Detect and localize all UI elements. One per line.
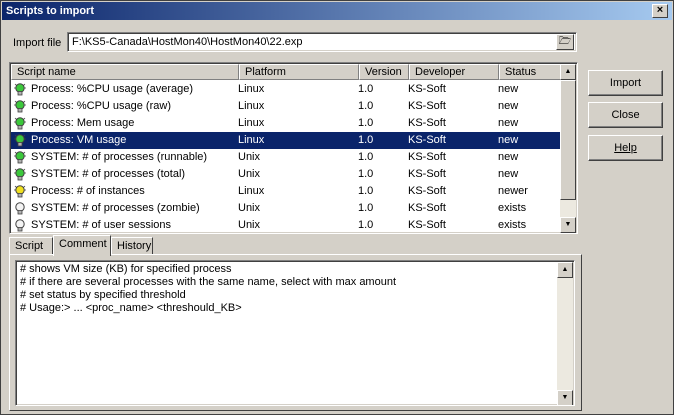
table-row[interactable]: Process: %CPU usage (average) Linux 1.0 KS-… <box>11 81 561 98</box>
cell-developer: KS-Soft <box>408 202 446 214</box>
cell-name: SYSTEM: # of user sessions <box>31 219 171 231</box>
column-header-version[interactable]: Version <box>359 64 409 80</box>
cell-platform: Unix <box>238 168 261 180</box>
tab-comment[interactable]: Comment <box>53 235 111 256</box>
table-row[interactable]: Process: Mem usage Linux 1.0 KS-Soft new <box>11 115 561 132</box>
scroll-thumb[interactable] <box>560 80 576 200</box>
cell-name: SYSTEM: # of processes (zombie) <box>31 202 200 214</box>
scripts-list[interactable]: Script name Platform Version Developer S… <box>9 62 578 234</box>
cell-version: 1.0 <box>358 134 374 146</box>
cell-platform: Linux <box>238 100 265 112</box>
column-header-developer[interactable]: Developer <box>409 64 499 80</box>
import-file-label: Import file <box>13 37 62 49</box>
help-button-label: Help <box>614 142 637 154</box>
cell-developer: KS-Soft <box>408 100 446 112</box>
cell-version: 1.0 <box>358 219 374 231</box>
cell-name: Process: Mem usage <box>31 117 135 129</box>
cell-status: new <box>498 100 519 112</box>
cell-status: newer <box>498 185 528 197</box>
cell-developer: KS-Soft <box>408 219 446 231</box>
scroll-up-arrow-icon[interactable]: ▲ <box>560 64 576 80</box>
memo-scroll-down-arrow-icon[interactable]: ▼ <box>557 390 573 405</box>
bulb-green-icon <box>14 134 26 147</box>
cell-developer: KS-Soft <box>408 83 446 95</box>
cell-platform: Unix <box>238 219 261 231</box>
column-header-platform[interactable]: Platform <box>239 64 359 80</box>
cell-platform: Unix <box>238 151 261 163</box>
bulb-green-icon <box>14 168 26 181</box>
table-row[interactable]: SYSTEM: # of processes (zombie) Unix 1.0 KS… <box>11 200 561 217</box>
cell-developer: KS-Soft <box>408 168 446 180</box>
close-window-button[interactable]: × <box>652 4 668 18</box>
window-title: Scripts to import <box>6 5 95 17</box>
title-bar: Scripts to import × <box>2 2 672 20</box>
help-button[interactable]: Help <box>588 135 663 161</box>
bulb-green-icon <box>14 83 26 96</box>
cell-platform: Linux <box>238 134 265 146</box>
cell-version: 1.0 <box>358 151 374 163</box>
table-row[interactable]: Process: %CPU usage (raw) Linux 1.0 KS-Soft… <box>11 98 561 115</box>
browse-folder-icon[interactable]: 🗁 <box>556 34 574 50</box>
scripts-to-import-dialog: Scripts to import × Import file F:\KS5-C… <box>0 0 674 415</box>
bulb-green-icon <box>14 151 26 164</box>
column-header-script-name[interactable]: Script name <box>11 64 239 80</box>
import-button[interactable]: Import <box>588 70 663 96</box>
cell-status: exists <box>498 202 527 214</box>
cell-developer: KS-Soft <box>408 151 446 163</box>
table-row[interactable]: SYSTEM: # of processes (total) Unix 1.0 KS-… <box>11 166 561 183</box>
cell-name: Process: %CPU usage (raw) <box>31 100 171 112</box>
comment-line: # set status by specified threshold <box>20 289 186 301</box>
table-row[interactable]: Process: # of instances Linux 1.0 KS-Soft ne… <box>11 183 561 200</box>
cell-platform: Linux <box>238 117 265 129</box>
comment-memo[interactable]: # shows VM size (KB) for specified proce… <box>15 260 575 406</box>
cell-platform: Linux <box>238 83 265 95</box>
comment-line: # if there are several processes with th… <box>20 276 397 288</box>
comment-tab-panel: # shows VM size (KB) for specified proce… <box>9 254 582 411</box>
column-header-status[interactable]: Status <box>499 64 561 80</box>
cell-platform: Linux <box>238 185 265 197</box>
tab-history[interactable]: History <box>111 237 153 255</box>
tab-script[interactable]: Script <box>9 237 53 255</box>
cell-status: new <box>498 134 519 146</box>
comment-line: # Usage:> ... <proc_name> <threshould_KB… <box>20 302 242 314</box>
cell-status: new <box>498 168 519 180</box>
cell-name: Process: # of instances <box>31 185 145 197</box>
cell-developer: KS-Soft <box>408 185 446 197</box>
bulb-green-icon <box>14 100 26 113</box>
cell-platform: Unix <box>238 202 261 214</box>
cell-version: 1.0 <box>358 100 374 112</box>
cell-version: 1.0 <box>358 202 374 214</box>
cell-status: new <box>498 151 519 163</box>
cell-status: new <box>498 83 519 95</box>
cell-name: Process: %CPU usage (average) <box>31 83 194 95</box>
memo-vertical-scrollbar[interactable]: ▲ ▼ <box>557 262 573 405</box>
cell-status: exists <box>498 219 527 231</box>
list-vertical-scrollbar[interactable]: ▲ ▼ <box>560 64 576 233</box>
memo-scroll-up-arrow-icon[interactable]: ▲ <box>557 262 573 278</box>
table-row[interactable]: SYSTEM: # of user sessions Unix 1.0 KS-Soft… <box>11 217 561 233</box>
table-row[interactable]: SYSTEM: # of processes (runnable) Unix 1.0… <box>11 149 561 166</box>
cell-version: 1.0 <box>358 185 374 197</box>
bulb-off-icon <box>15 202 25 215</box>
cell-version: 1.0 <box>358 168 374 180</box>
import-file-path-input[interactable]: F:\KS5-Canada\HostMon40\HostMon40\22.exp <box>67 32 577 52</box>
cell-name: Process: VM usage <box>31 134 127 146</box>
cell-status: new <box>498 117 519 129</box>
cell-developer: KS-Soft <box>408 117 446 129</box>
close-button[interactable]: Close <box>588 102 663 128</box>
comment-line: # shows VM size (KB) for specified proce… <box>20 263 232 275</box>
scroll-down-arrow-icon[interactable]: ▼ <box>560 217 576 233</box>
cell-developer: KS-Soft <box>408 134 446 146</box>
cell-name: SYSTEM: # of processes (runnable) <box>31 151 208 163</box>
cell-version: 1.0 <box>358 117 374 129</box>
table-row[interactable]: Process: VM usage Linux 1.0 KS-Soft new <box>11 132 561 149</box>
cell-name: SYSTEM: # of processes (total) <box>31 168 186 180</box>
cell-version: 1.0 <box>358 83 374 95</box>
bulb-yellow-icon <box>14 185 26 198</box>
scripts-rows: Process: %CPU usage (average) Linux 1.0 KS-… <box>11 81 561 233</box>
bulb-off-icon <box>15 219 25 232</box>
bulb-green-icon <box>14 117 26 130</box>
